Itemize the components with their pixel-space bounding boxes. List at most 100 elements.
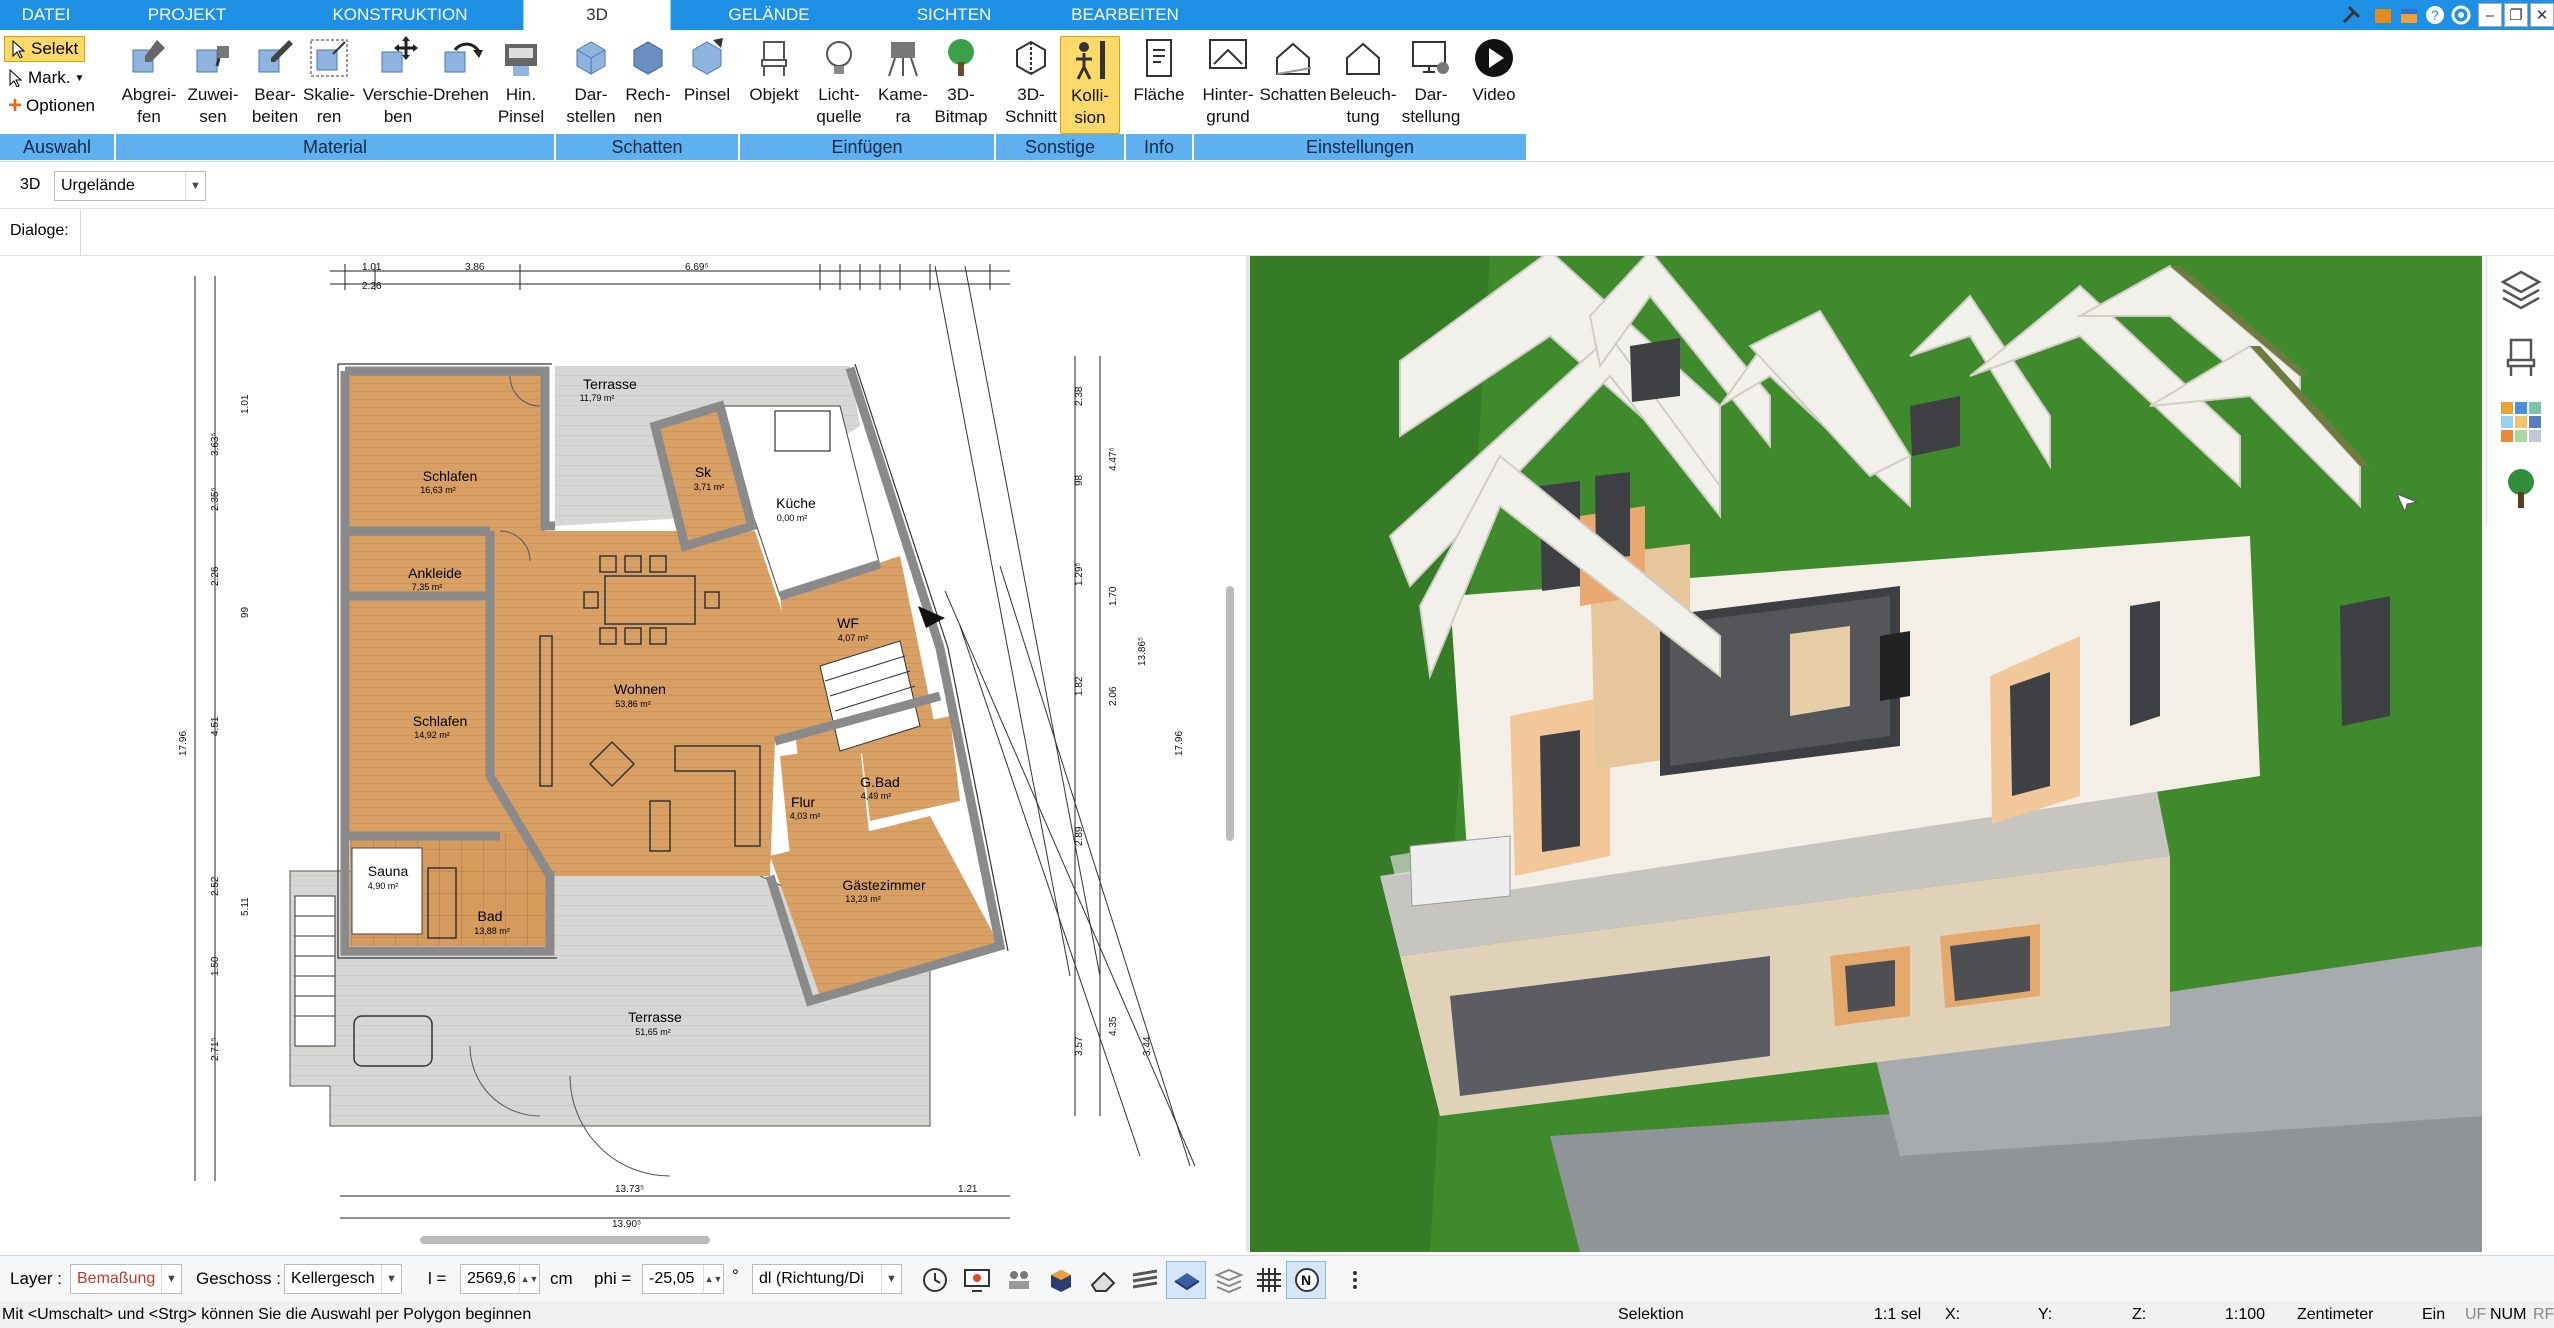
kamera-label: Kame- ra — [877, 85, 929, 126]
room-name: Terrasse — [583, 376, 637, 392]
palette-icon[interactable] — [2499, 400, 2543, 444]
tab-projekt[interactable]: PROJEKT — [120, 0, 254, 30]
tab-sichten[interactable]: SICHTEN — [870, 0, 1038, 30]
minimize-button[interactable]: – — [2478, 3, 2502, 27]
svg-text:5.11: 5.11 — [240, 897, 251, 916]
tab-gelaende[interactable]: GELÄNDE — [700, 0, 838, 30]
tab-konstruktion[interactable]: KONSTRUKTION — [305, 0, 495, 30]
eraser-icon[interactable] — [1088, 1265, 1118, 1295]
zuweisen-button[interactable]: Zuwei- sen — [182, 36, 244, 128]
hin-pinsel-label: Hin. Pinsel — [497, 85, 545, 126]
direction-select[interactable]: dl (Richtung/Di ▼ — [752, 1264, 902, 1294]
chair-icon[interactable] — [2499, 334, 2543, 378]
tab-3d[interactable]: 3D — [523, 0, 671, 30]
select-tool-button[interactable]: Selekt — [4, 36, 86, 62]
shadow-display-icon — [576, 41, 606, 75]
floor-select[interactable]: Kellergesch ▼ — [284, 1264, 402, 1294]
box-icon[interactable] — [2372, 4, 2394, 26]
menu-bar: DATEI PROJEKT KONSTRUKTION 3D GELÄNDE SI… — [0, 0, 2554, 30]
settings-icon[interactable] — [2450, 4, 2472, 26]
darstellen-button[interactable]: Dar- stellen — [562, 36, 620, 128]
status-x: X: — [1945, 1306, 1961, 1323]
terrain-select[interactable]: Urgelände ▼ — [54, 171, 206, 201]
stepper-icon[interactable]: ▲▼ — [703, 1265, 723, 1293]
3d-view[interactable] — [1250, 256, 2482, 1252]
drehen-button[interactable]: Drehen — [430, 36, 492, 106]
stack-icon[interactable] — [1214, 1265, 1244, 1295]
layers-icon[interactable] — [2499, 268, 2543, 312]
exterior-stair[interactable] — [294, 895, 336, 1047]
monitor-icon[interactable] — [962, 1265, 992, 1295]
abgreifen-button[interactable]: Abgrei- fen — [118, 36, 180, 128]
rechnen-label: Rech- nen — [625, 85, 671, 126]
tab-bearbeiten[interactable]: BEARBEITEN — [1050, 0, 1200, 30]
status-mode: Selektion — [1618, 1306, 1684, 1323]
mark-cursor-icon — [9, 69, 23, 87]
room-area: 4,03 m² — [790, 811, 821, 821]
tree-bitmap-icon — [948, 39, 974, 76]
hintergrund-button[interactable]: Hinter- grund — [1196, 36, 1260, 128]
phi-input[interactable]: -25,05 ▲▼ — [642, 1264, 724, 1294]
floor-plan-drawing[interactable]: 1.01 2.26 3.86 6.69⁵ 13.73⁵ 13.90⁵ 1.21 … — [0, 256, 1245, 1256]
status-ein: Ein — [2422, 1306, 2446, 1323]
kamera-button[interactable]: Kame- ra — [872, 36, 934, 128]
stepper-icon[interactable]: ▲▼ — [519, 1265, 539, 1293]
dialog-label: Dialoge: — [10, 222, 69, 239]
3d-house-render[interactable] — [1250, 256, 2482, 1252]
schnitt-button[interactable]: 3D- Schnitt — [1000, 36, 1062, 128]
video-button[interactable]: Video — [1466, 36, 1522, 106]
beleuchtung-button[interactable]: Beleuch- tung — [1328, 36, 1398, 128]
lichtquelle-button[interactable]: Licht- quelle — [808, 36, 870, 128]
status-y: Y: — [2038, 1306, 2053, 1323]
objekt-button[interactable]: Objekt — [745, 36, 803, 106]
more-options-icon[interactable] — [1340, 1265, 1370, 1295]
maximize-button[interactable]: ❐ — [2504, 3, 2528, 27]
help-icon[interactable]: ? — [2424, 4, 2446, 26]
tools-icon[interactable] — [2340, 4, 2362, 26]
rotate-icon — [444, 42, 483, 73]
rechnen-button[interactable]: Rech- nen — [618, 36, 678, 128]
room-name: Wohnen — [614, 681, 666, 697]
grid-icon[interactable] — [1254, 1265, 1284, 1295]
skalieren-button[interactable]: Skalie- ren — [298, 36, 360, 128]
people-icon[interactable] — [1004, 1265, 1034, 1295]
hin-pinsel-button[interactable]: Hin. Pinsel — [490, 36, 552, 128]
package-icon[interactable] — [2398, 4, 2420, 26]
plane-view-icon[interactable] — [1172, 1265, 1202, 1295]
zuweisen-label: Zuwei- sen — [187, 85, 239, 126]
flaeche-button[interactable]: Fläche — [1128, 36, 1190, 106]
floor-plan-view[interactable]: 1.01 2.26 3.86 6.69⁵ 13.73⁵ 13.90⁵ 1.21 … — [0, 256, 1245, 1256]
room-name: Flur — [791, 794, 815, 810]
horizontal-scrollbar[interactable] — [420, 1236, 710, 1244]
sauna-box[interactable] — [351, 847, 423, 935]
edit-material-icon — [258, 40, 293, 73]
cube-icon[interactable] — [1046, 1265, 1076, 1295]
room-name: G.Bad — [860, 774, 900, 790]
bitmap-button[interactable]: 3D- Bitmap — [930, 36, 992, 128]
chevron-down-icon: ▼ — [161, 1265, 181, 1293]
length-input[interactable]: 2569,6 ▲▼ — [460, 1264, 540, 1294]
group-material: Material — [116, 134, 554, 160]
darstellung-button[interactable]: Dar- stellung — [1398, 36, 1464, 128]
pinsel-button[interactable]: Pinsel — [678, 36, 736, 106]
clock-icon[interactable] — [920, 1265, 950, 1295]
wall-pattern-icon[interactable] — [1130, 1265, 1160, 1295]
svg-text:1.21: 1.21 — [958, 1184, 978, 1195]
mark-button[interactable]: Mark. ▼ — [8, 68, 84, 88]
kollision-button[interactable]: Kolli- sion — [1060, 36, 1120, 134]
svg-text:17.96: 17.96 — [1174, 731, 1185, 756]
schatten-settings-button[interactable]: Schatten — [1258, 36, 1328, 106]
close-button[interactable]: ✕ — [2530, 3, 2554, 27]
layer-select[interactable]: Bemaßung ▼ — [70, 1264, 182, 1294]
options-button[interactable]: + Optionen — [8, 94, 95, 118]
group-einstellungen: Einstellungen — [1194, 134, 1526, 160]
tab-datei[interactable]: DATEI — [0, 0, 92, 30]
floor-label: Geschoss : — [196, 1269, 282, 1288]
tree-icon[interactable] — [2499, 466, 2543, 510]
north-icon[interactable]: N — [1292, 1265, 1322, 1295]
shadow-calc-icon — [633, 41, 663, 75]
bearbeiten-button[interactable]: Bear- beiten — [244, 36, 306, 128]
kitchen-table[interactable] — [774, 410, 831, 452]
verschieben-button[interactable]: Verschie- ben — [360, 36, 436, 128]
vertical-scrollbar[interactable] — [1226, 586, 1234, 841]
